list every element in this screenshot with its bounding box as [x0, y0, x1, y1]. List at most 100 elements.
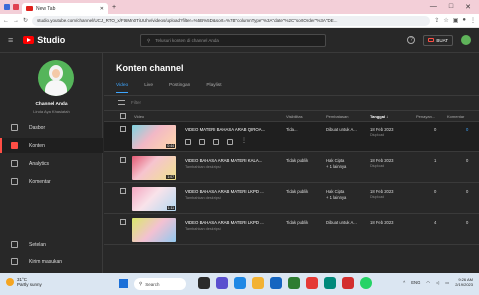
comments-icon[interactable]	[213, 139, 219, 145]
video-title[interactable]: VIDEO MATERI BAHASA ARAB QIROA...	[185, 127, 277, 132]
share-icon[interactable]: ⇪	[434, 17, 439, 24]
video-thumbnail[interactable]: 0:44	[132, 125, 176, 149]
profile-icon[interactable]: ●	[462, 17, 466, 24]
edit-icon[interactable]	[185, 139, 191, 145]
browser-menu-icon[interactable]	[4, 4, 10, 10]
address-toolbar: ← → ↻ studio.youtube.com/channel/UCJ_RTO…	[0, 14, 479, 28]
row-checkbox[interactable]	[120, 157, 126, 163]
sidebar-item-label: Analytics	[29, 160, 50, 167]
video-thumbnail[interactable]: 1:11	[132, 187, 176, 211]
sidebar-item-kirim-masukan[interactable]: Kirim masukan	[0, 254, 103, 269]
video-comments[interactable]: 0	[466, 220, 468, 225]
sidebar-item-konten[interactable]: Konten	[0, 138, 103, 153]
close-window-button[interactable]: ✕	[465, 3, 471, 11]
menu-dots-icon[interactable]: ⋮	[470, 17, 476, 24]
tab-actions-icon[interactable]	[13, 4, 19, 10]
account-avatar[interactable]	[461, 35, 471, 45]
edge-icon[interactable]	[234, 277, 246, 289]
table-row[interactable]: VIDEO BAHASA ARAB MATERI LKPD ... Tambah…	[104, 215, 479, 245]
maximize-button[interactable]: □	[449, 3, 453, 11]
row-checkbox[interactable]	[120, 188, 126, 194]
analytics-icon	[11, 160, 18, 167]
video-title[interactable]: VIDEO BAHASA ARAB MATERI LKPD ...	[185, 220, 277, 225]
table-row[interactable]: 1:11 VIDEO BAHASA ARAB MATERI LKPD ... T…	[104, 184, 479, 214]
sidebar-item-komentar[interactable]: Komentar	[0, 174, 103, 189]
col-restriction[interactable]: Pembatasan	[326, 114, 348, 119]
store-icon[interactable]	[270, 277, 282, 289]
sidebar-item-dasbor[interactable]: Dasbor	[0, 120, 103, 135]
select-all-checkbox[interactable]	[120, 113, 126, 119]
help-icon[interactable]: ?	[407, 36, 416, 44]
video-title[interactable]: VIDEO BAHASA ARAB MATERI LKPD ...	[185, 189, 277, 194]
more-options-icon[interactable]: ⋮	[241, 138, 247, 145]
partly-sunny-icon	[6, 278, 14, 286]
url-field[interactable]: studio.youtube.com/channel/UCJ_RTO_x/Ft6…	[32, 15, 431, 26]
video-comments[interactable]: 0	[466, 189, 468, 194]
tab-playlist[interactable]: Playlist	[206, 83, 221, 93]
task-view-icon[interactable]	[198, 277, 210, 289]
create-button[interactable]: BUAT	[423, 34, 453, 46]
tab-postingan[interactable]: Postingan	[169, 83, 190, 93]
browser-tab[interactable]: New Tab ✕	[22, 3, 108, 14]
video-restriction-more[interactable]: + 1 lainnya	[326, 195, 346, 200]
analytics-icon[interactable]	[199, 139, 205, 145]
col-views[interactable]: Penayan...	[416, 114, 435, 119]
clock[interactable]: 9:26 AM 2/19/2023	[455, 277, 473, 287]
weather-widget[interactable]: 31°C Partly sunny	[6, 277, 42, 287]
new-tab-button[interactable]: +	[112, 4, 116, 11]
tab-video[interactable]: Video	[116, 83, 129, 93]
search-icon: ⚲	[139, 281, 143, 286]
studio-logo[interactable]: Studio	[23, 35, 65, 45]
col-comments[interactable]: Komentar	[447, 114, 464, 119]
close-tab-icon[interactable]: ✕	[100, 6, 104, 12]
tray-overflow-icon[interactable]: ^	[403, 280, 405, 285]
chrome-icon[interactable]	[306, 277, 318, 289]
battery-icon[interactable]: ▭	[445, 280, 449, 285]
whatsapp-icon[interactable]	[360, 277, 372, 289]
video-visibility[interactable]: Tida...	[286, 127, 297, 132]
star-icon[interactable]: ☆	[443, 17, 448, 24]
row-checkbox[interactable]	[120, 219, 126, 225]
video-restriction-more[interactable]: + 1 lainnya	[326, 164, 346, 169]
wifi-icon[interactable]: ◠	[426, 280, 430, 285]
minimize-button[interactable]: —	[430, 3, 437, 11]
video-comments[interactable]: 0	[466, 127, 468, 132]
channel-avatar[interactable]	[38, 60, 74, 96]
col-visibility[interactable]: Visibilitas	[286, 114, 303, 119]
filter-bar[interactable]: Filter	[118, 100, 141, 105]
video-visibility[interactable]: Tidak publik	[286, 189, 308, 194]
video-title[interactable]: VIDEO BAHASA ARAB MATERI KALA...	[185, 158, 277, 163]
table-row[interactable]: 0:44 VIDEO MATERI BAHASA ARAB QIROA... ⋮…	[104, 122, 479, 152]
app-icon[interactable]	[288, 277, 300, 289]
taskbar-search[interactable]: ⚲ Search	[134, 278, 186, 290]
video-visibility[interactable]: Tidak publik	[286, 158, 308, 163]
browser-tab-bar: New Tab ✕ + — □ ✕	[0, 0, 479, 14]
create-video-icon	[428, 38, 435, 42]
sidebar-item-analytics[interactable]: Analytics	[0, 156, 103, 171]
video-visibility[interactable]: Tidak publik	[286, 220, 308, 225]
forward-icon[interactable]: →	[13, 18, 19, 24]
youtube-view-icon[interactable]	[227, 139, 233, 145]
back-icon[interactable]: ←	[3, 18, 9, 24]
hamburger-menu-icon[interactable]: ≡	[8, 35, 13, 45]
start-button[interactable]	[119, 279, 128, 288]
extensions-icon[interactable]: ▣	[453, 17, 459, 24]
channel-search-input[interactable]: ⚲ Telusuri konten di channel Anda	[140, 34, 326, 47]
row-checkbox[interactable]	[120, 126, 126, 132]
app-icon[interactable]	[342, 277, 354, 289]
video-thumbnail[interactable]: 1:07	[132, 156, 176, 180]
tab-live[interactable]: Live	[144, 83, 153, 93]
volume-icon[interactable]: ◁	[436, 280, 439, 285]
video-comments[interactable]: 0	[466, 158, 468, 163]
sidebar-item-setelan[interactable]: Setelan	[0, 237, 103, 252]
col-date[interactable]: Tanggal ↓	[370, 114, 388, 119]
video-thumbnail[interactable]	[132, 218, 176, 242]
app-icon[interactable]	[324, 277, 336, 289]
tabs-divider	[104, 95, 479, 96]
table-row[interactable]: 1:07 VIDEO BAHASA ARAB MATERI KALA... Ta…	[104, 153, 479, 183]
language-indicator[interactable]: ENG	[411, 280, 420, 285]
file-explorer-icon[interactable]	[252, 277, 264, 289]
chat-icon[interactable]	[216, 277, 228, 289]
reload-icon[interactable]: ↻	[23, 17, 28, 24]
taskbar-search-label: Search	[145, 281, 160, 287]
